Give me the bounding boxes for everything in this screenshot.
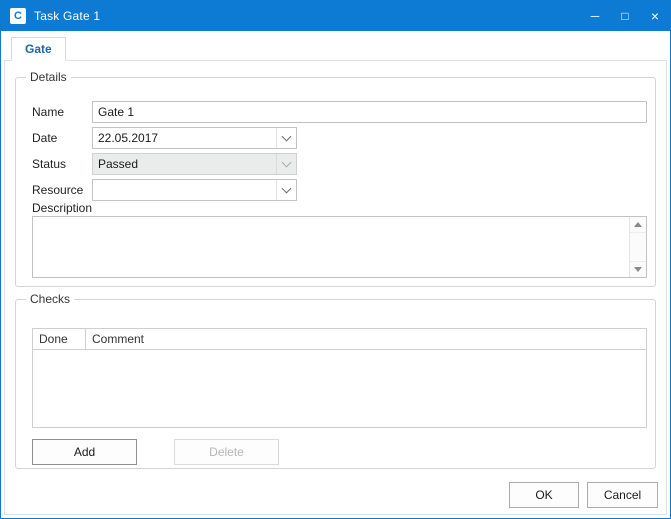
scroll-up-icon[interactable]	[630, 217, 646, 233]
maximize-button[interactable]: □	[610, 1, 640, 31]
name-field-wrap	[92, 101, 647, 123]
app-icon: C	[10, 8, 26, 24]
chevron-down-icon	[282, 157, 292, 167]
resource-dropdown-button[interactable]	[276, 180, 296, 200]
window-controls: ─ □ ×	[580, 1, 670, 31]
description-field	[32, 216, 647, 278]
chevron-down-icon	[282, 131, 292, 141]
details-group: Details Name Date 22.05.2017 Status Pass…	[15, 77, 656, 287]
description-scrollbar[interactable]	[629, 217, 646, 277]
description-textarea[interactable]	[33, 217, 629, 277]
name-label: Name	[32, 105, 64, 119]
checks-table-header: Done Comment	[33, 329, 646, 350]
title-bar[interactable]: C Task Gate 1 ─ □ ×	[1, 1, 670, 31]
resource-label: Resource	[32, 183, 83, 197]
checks-group-label: Checks	[26, 292, 74, 306]
close-button[interactable]: ×	[640, 1, 670, 31]
date-value: 22.05.2017	[93, 131, 276, 145]
date-dropdown-button[interactable]	[276, 128, 296, 148]
ok-button[interactable]: OK	[509, 482, 579, 508]
resource-combobox[interactable]	[92, 179, 297, 201]
tab-gate[interactable]: Gate	[11, 37, 66, 61]
status-dropdown-button	[276, 154, 296, 174]
add-button[interactable]: Add	[32, 439, 137, 465]
column-header-comment[interactable]: Comment	[86, 329, 646, 349]
scroll-down-icon[interactable]	[630, 261, 646, 277]
status-combobox: Passed	[92, 153, 297, 175]
checks-table: Done Comment	[32, 328, 647, 428]
status-label: Status	[32, 157, 66, 171]
details-group-label: Details	[26, 70, 71, 84]
date-label: Date	[32, 131, 57, 145]
checks-table-body[interactable]	[33, 350, 646, 427]
name-input[interactable]	[93, 102, 646, 122]
status-value: Passed	[93, 157, 276, 171]
column-header-done[interactable]: Done	[33, 329, 86, 349]
checks-group: Checks Done Comment Add Delete	[15, 299, 656, 469]
minimize-button[interactable]: ─	[580, 1, 610, 31]
chevron-down-icon	[282, 183, 292, 193]
date-combobox[interactable]: 22.05.2017	[92, 127, 297, 149]
cancel-button[interactable]: Cancel	[587, 482, 658, 508]
delete-button: Delete	[174, 439, 279, 465]
window-title: Task Gate 1	[34, 9, 100, 23]
description-label: Description	[32, 201, 92, 215]
dialog-window: C Task Gate 1 ─ □ × Gate Details Name Da…	[0, 0, 671, 519]
